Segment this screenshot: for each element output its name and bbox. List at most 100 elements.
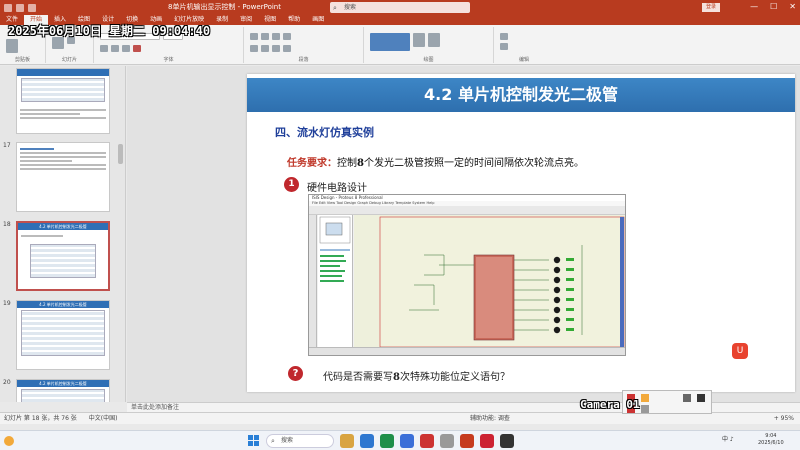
device-list-graphic [319, 216, 351, 282]
thumbnail-header: 4.2 单片机控制发光二极管 [17, 301, 109, 308]
proteus-side-toolbar [309, 215, 317, 349]
save-icon[interactable] [4, 3, 12, 12]
proteus-status-bar [309, 347, 625, 355]
taskbar-search[interactable]: ⌕ 搜索 [266, 434, 334, 448]
proteus-schematic-canvas [354, 215, 625, 349]
question-text[interactable]: 代码是否需要写8次特殊功能位定义语句？ [323, 368, 510, 383]
search-icon: ⌕ [271, 437, 275, 445]
chrome-icon[interactable] [380, 434, 394, 448]
windows-logo-icon [248, 435, 253, 440]
close-button[interactable]: ✕ [789, 2, 796, 11]
thumbnail-lines [17, 143, 109, 175]
group-label: 段落 [298, 57, 309, 63]
bullets-icon[interactable] [250, 33, 258, 40]
task-text-post: 个发光二极管按照一定的时间间隔依次轮流点亮。 [363, 158, 584, 169]
language-indicator[interactable]: 中文(中国) [89, 415, 118, 422]
taskbar-search-label: 搜索 [281, 437, 294, 444]
align-left-icon[interactable] [250, 45, 258, 52]
thumbnail-20[interactable]: 4.2 单片机控制发光二极管 [16, 379, 110, 402]
slide-editor[interactable]: 4.2 单片机控制发光二极管 四、流水灯仿真实例 任务要求：控制8个发光二极管按… [127, 66, 800, 402]
editing-group: 编辑 [494, 27, 554, 63]
camera-overlay: Camera 01 [580, 398, 640, 411]
align-right-icon[interactable] [272, 45, 280, 52]
edge-icon[interactable] [360, 434, 374, 448]
justify-icon[interactable] [283, 45, 291, 52]
thumbnail-header: 4.2 单片机控制发光二极管 [18, 223, 108, 230]
section-heading[interactable]: 四、流水灯仿真实例 [275, 124, 374, 140]
thumbnail-lines [18, 230, 108, 242]
paste-icon[interactable] [6, 39, 18, 53]
line-spacing-icon[interactable] [283, 33, 291, 40]
group-label: 剪贴板 [14, 57, 30, 63]
login-button[interactable]: 登录 [702, 3, 720, 12]
underline-icon[interactable] [122, 45, 130, 52]
indent-icon[interactable] [272, 33, 280, 40]
ribbon-tab[interactable]: 画图 [306, 15, 330, 25]
task-text-pre: 控制 [337, 158, 357, 169]
italic-icon[interactable] [111, 45, 119, 52]
powerpoint-icon[interactable] [460, 434, 474, 448]
weather-icon[interactable] [4, 436, 14, 446]
quick-styles-icon[interactable] [428, 33, 440, 47]
ribbon-tab[interactable]: 录制 [210, 15, 234, 25]
app-icon[interactable] [500, 434, 514, 448]
minimize-button[interactable]: — [750, 2, 758, 11]
slide-canvas[interactable]: 4.2 单片机控制发光二极管 四、流水灯仿真实例 任务要求：控制8个发光二极管按… [247, 74, 795, 392]
quick-access-toolbar [0, 3, 36, 12]
proteus-device-list [318, 215, 353, 349]
slide-thumbnail-pane[interactable]: 17 18 4.2 单片机控制发光二极管 19 4.2 单片机控制发光二极管 2… [0, 66, 126, 402]
store-icon[interactable] [400, 434, 414, 448]
ribbon-tab[interactable]: 视图 [258, 15, 282, 25]
group-label: 幻灯片 [61, 57, 77, 63]
maximize-button[interactable]: ☐ [770, 2, 777, 11]
ribbon-tab[interactable]: 审阅 [234, 15, 258, 25]
app-icon[interactable] [440, 434, 454, 448]
thumbnail-16[interactable] [16, 68, 110, 134]
schematic-graphic [379, 216, 625, 348]
proteus-screenshot[interactable]: ISIS Design - Proteus 8 Professional Fil… [308, 194, 626, 356]
clock[interactable]: 9:04 2025/6/10 [758, 433, 784, 447]
task-text-bold: 8 [357, 158, 364, 169]
find-icon[interactable] [500, 33, 508, 40]
thumbnail-17[interactable] [16, 142, 110, 212]
redo-icon[interactable] [28, 3, 36, 12]
step-label[interactable]: 硬件电路设计 [307, 179, 367, 194]
zoom-level[interactable]: + 95% [774, 413, 794, 425]
undo-icon[interactable] [16, 3, 24, 12]
font-color-icon[interactable] [133, 45, 141, 52]
app-icon[interactable] [480, 434, 494, 448]
clock-time: 9:04 [765, 433, 777, 439]
replace-icon[interactable] [500, 43, 508, 50]
thumbnail-image [21, 310, 105, 356]
slide-counter: 幻灯片 第 18 张，共 76 张 [4, 415, 77, 422]
accessibility-status[interactable]: 辅助功能: 调查 [470, 413, 510, 425]
paragraph-group: 段落 [244, 27, 364, 63]
shapes-icon[interactable] [370, 33, 410, 51]
title-bar: 8单片机输出显示控制 - PowerPoint ⌕ 搜索 登录 — ☐ ✕ [0, 0, 800, 15]
ribbon-tab[interactable]: 帮助 [282, 15, 306, 25]
thumbnail-image [21, 78, 105, 102]
start-button[interactable] [248, 435, 260, 447]
arrange-icon[interactable] [413, 33, 425, 47]
task-requirement[interactable]: 任务要求：控制8个发光二极管按照一定的时间间隔依次轮流点亮。 [287, 154, 584, 169]
group-label: 编辑 [518, 57, 529, 63]
numbering-icon[interactable] [261, 33, 269, 40]
floating-app-icon[interactable]: U [732, 343, 748, 359]
align-center-icon[interactable] [261, 45, 269, 52]
file-explorer-icon[interactable] [340, 434, 354, 448]
wps-icon[interactable] [420, 434, 434, 448]
bold-icon[interactable] [100, 45, 108, 52]
timestamp-overlay: 2025年06月10日 星期二 09:04:40 [8, 24, 211, 38]
thumbnail-number: 20 [3, 379, 11, 386]
thumbnail-scrollbar[interactable] [118, 144, 123, 164]
system-tray[interactable]: 中 ♪ [722, 434, 734, 443]
thumbnail-image [30, 244, 96, 278]
search-box[interactable]: ⌕ 搜索 [330, 2, 470, 13]
slide-title[interactable]: 4.2 单片机控制发光二极管 [247, 78, 795, 112]
question-pre: 代码是否需要写 [323, 372, 393, 383]
thumbnail-18[interactable]: 4.2 单片机控制发光二极管 [16, 221, 110, 291]
window-controls: — ☐ ✕ [750, 2, 796, 11]
thumbnail-number: 18 [3, 221, 11, 228]
thumbnail-19[interactable]: 4.2 单片机控制发光二极管 [16, 300, 110, 370]
drawing-group: 绘图 [364, 27, 494, 63]
